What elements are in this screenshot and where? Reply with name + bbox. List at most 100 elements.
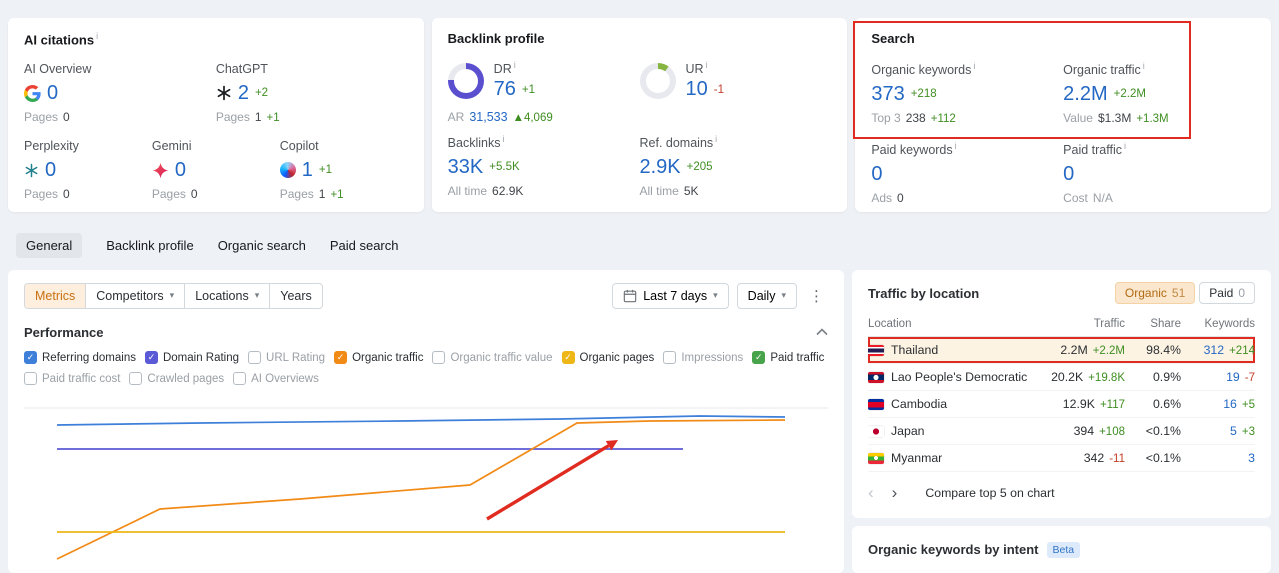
keywords-link[interactable]: 5 (1230, 424, 1237, 438)
chevron-down-icon: ▾ (169, 290, 175, 300)
metric-label: Gemini (151, 139, 192, 154)
table-row-myanmar[interactable]: Myanmar 342 -11 <0.1% 3 (868, 445, 1255, 472)
checkbox-icon: ✓ (561, 351, 575, 364)
performance-panel: Metrics Competitors ▾ Locations ▾ Years La… (8, 270, 844, 573)
info-icon: i (705, 60, 708, 71)
tab-organic-search[interactable]: Organic search (218, 238, 306, 253)
flag-japan-icon (868, 425, 884, 437)
metric-checkbox-paid-traffic[interactable]: ✓ Paid traffic (752, 351, 824, 364)
checkbox-icon (432, 351, 446, 364)
beta-badge: Beta (1046, 541, 1081, 558)
traffic-by-location-title: Traffic by location (868, 285, 980, 301)
organic-toggle-button[interactable]: Organic 51 (1114, 282, 1196, 304)
organic-traffic-link[interactable]: 2.2M (1063, 83, 1107, 106)
metric-checkbox-url-rating[interactable]: URL Rating (248, 351, 325, 364)
ai-citations-row-1: AI Overview 0 Pages 0 ChatGPT 2 +2 Pages 1… (24, 62, 408, 124)
info-icon: i (973, 61, 976, 71)
chevron-down-icon: ▾ (254, 290, 260, 300)
info-icon: i (96, 31, 99, 41)
ur-value-link[interactable]: 10 (686, 78, 708, 101)
ai-citations-row-2: Perplexity 0 Pages 0 Gemini 0 Pages 0 Copi (24, 139, 408, 201)
more-options-icon[interactable]: ⋮ (805, 287, 828, 305)
ref-domains-value-link[interactable]: 2.9K (640, 156, 681, 179)
chevron-down-icon: ▾ (781, 290, 786, 300)
performance-chart (24, 397, 828, 572)
dr-donut-chart (447, 63, 484, 99)
perplexity-count-link[interactable]: 0 (45, 159, 56, 182)
copilot-count-link[interactable]: 1 (302, 159, 313, 182)
filter-years[interactable]: Years (269, 283, 322, 308)
checkbox-icon (24, 372, 37, 385)
compare-top5-link[interactable]: Compare top 5 on chart (925, 486, 1054, 500)
metric-checkbox-organic-traffic-value[interactable]: Organic traffic value (432, 351, 553, 364)
checkbox-icon: ✓ (144, 351, 158, 364)
table-row-thailand[interactable]: Thailand 2.2M +2.2M 98.4% 312 +214 (868, 337, 1255, 364)
metric-checkbox-paid-traffic-cost[interactable]: Paid traffic cost (24, 372, 120, 385)
filter-locations[interactable]: Locations ▾ (184, 283, 269, 308)
collapse-chevron-up-icon[interactable] (816, 323, 828, 341)
metric-gemini: Gemini 0 Pages 0 (152, 139, 280, 201)
keywords-link[interactable]: 16 (1223, 397, 1237, 411)
traffic-by-location-panel: Traffic by location Organic 51 Paid 0 Loca… (852, 270, 1271, 518)
google-icon (24, 84, 41, 102)
chatgpt-count-link[interactable]: 2 (238, 82, 249, 105)
metric-toggles-row-1: ✓ Referring domains ✓ Domain Rating URL Ra… (24, 351, 828, 364)
ur-donut-chart (639, 63, 676, 99)
metric-checkbox-crawled-pages[interactable]: Crawled pages (129, 372, 224, 385)
gemini-count-link[interactable]: 0 (175, 159, 186, 182)
metric-checkbox-impressions[interactable]: Impressions (663, 351, 743, 364)
filter-metrics[interactable]: Metrics (25, 283, 86, 308)
paid-keywords-link[interactable]: 0 (871, 163, 882, 186)
checkbox-icon (663, 351, 677, 364)
metric-checkbox-organic-traffic[interactable]: ✓ Organic traffic (334, 351, 423, 364)
location-table: Location Traffic Share Keywords Thailand… (868, 314, 1255, 472)
dr-value-link[interactable]: 76 (494, 78, 516, 101)
tab-paid-search[interactable]: Paid search (330, 238, 399, 253)
keywords-link[interactable]: 3 (1248, 451, 1255, 465)
metric-organic-traffic: Organic traffic i 2.2M +2.2M Value $1.3M +1.… (1063, 61, 1169, 126)
metric-paid-keywords: Paid keywords i 0 Ads 0 (871, 141, 957, 206)
backlinks-value-link[interactable]: 33K (448, 156, 484, 179)
metric-checkbox-domain-rating[interactable]: ✓ Domain Rating (144, 351, 239, 364)
table-row-japan[interactable]: Japan 394 +108 <0.1% 5 +3 (868, 418, 1255, 445)
chart-filter-group: Metrics Competitors ▾ Locations ▾ Years (24, 282, 323, 309)
info-icon: i (1142, 61, 1145, 71)
search-title: Search (871, 31, 915, 46)
search-card: Search Organic keywords i 373 +218 Top 3 23… (853, 18, 1272, 212)
next-page-icon[interactable]: › (892, 484, 898, 501)
chart-controls: Metrics Competitors ▾ Locations ▾ Years La… (24, 282, 828, 309)
date-range-button[interactable]: Last 7 days ▾ (612, 282, 729, 309)
chatgpt-icon (216, 85, 232, 101)
keywords-link[interactable]: 19 (1226, 370, 1240, 384)
metric-perplexity: Perplexity 0 Pages 0 (24, 139, 152, 201)
section-tabs: General Backlink profile Organic search … (16, 233, 399, 258)
performance-title: Performance (24, 324, 104, 340)
perplexity-icon (24, 163, 39, 178)
checkbox-icon: ✓ (752, 351, 766, 364)
ai-citations-title: AI citations i (24, 31, 99, 48)
metric-checkbox-ai-overviews[interactable]: AI Overviews (233, 372, 319, 385)
prev-page-icon[interactable]: ‹ (868, 484, 874, 501)
info-icon: i (715, 134, 718, 144)
tab-general[interactable]: General (16, 233, 83, 258)
metric-checkbox-organic-pages[interactable]: ✓ Organic pages (561, 351, 654, 364)
metric-chatgpt: ChatGPT 2 +2 Pages 1 +1 (216, 62, 408, 124)
paid-traffic-link[interactable]: 0 (1063, 163, 1074, 186)
tab-backlink-profile[interactable]: Backlink profile (106, 238, 193, 253)
organic-keywords-link[interactable]: 373 (871, 83, 904, 106)
metrics-cards-row: AI citations i AI Overview 0 Pages 0 ChatG… (8, 18, 1272, 212)
flag-thailand-icon (868, 344, 884, 356)
table-row-cambodia[interactable]: Cambodia 12.9K +117 0.6% 16 +5 (868, 391, 1255, 418)
backlink-profile-title: Backlink profile (447, 31, 545, 46)
metric-label: AI Overview (24, 62, 92, 77)
ar-value-link[interactable]: 31,533 (469, 110, 507, 124)
keywords-link[interactable]: 312 (1204, 343, 1225, 357)
table-row-laos[interactable]: Lao People's Democratic Reput 20.2K+19.8… (868, 364, 1255, 391)
filter-competitors[interactable]: Competitors ▾ (85, 283, 184, 308)
granularity-button[interactable]: Daily ▾ (736, 282, 797, 309)
metric-checkbox-referring-domains[interactable]: ✓ Referring domains (24, 351, 136, 364)
info-icon: i (513, 60, 516, 71)
domain-rating-block: DR i 76 +1 (447, 60, 640, 102)
paid-toggle-button[interactable]: Paid 0 (1199, 282, 1255, 304)
ai-overview-count-link[interactable]: 0 (47, 82, 58, 105)
